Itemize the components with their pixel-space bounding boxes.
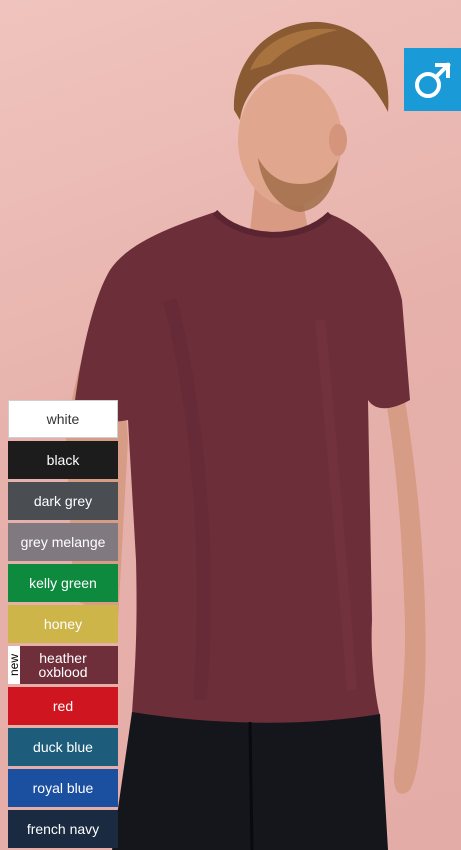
color-swatch-kelly-green[interactable]: kelly green xyxy=(8,564,118,602)
color-swatch-label: kelly green xyxy=(29,575,97,591)
color-swatch-label: dark grey xyxy=(33,493,93,509)
male-symbol-icon xyxy=(414,61,451,98)
new-badge: new xyxy=(7,646,21,684)
color-swatch-label: honey xyxy=(43,616,83,632)
color-swatch-honey[interactable]: honey xyxy=(8,605,118,643)
product-photo-area: white black dark grey grey melange kelly gre… xyxy=(0,0,461,850)
color-swatch-french-navy[interactable]: french navy xyxy=(8,810,118,848)
color-swatch-label: french navy xyxy=(26,821,100,837)
color-swatch-label: royal blue xyxy=(32,780,94,796)
male-badge xyxy=(404,48,461,111)
color-swatch-red[interactable]: red xyxy=(8,687,118,725)
color-swatch-label: heather oxblood xyxy=(38,650,88,680)
color-swatch-grey-melange[interactable]: grey melange xyxy=(8,523,118,561)
color-swatch-label: red xyxy=(52,698,74,714)
color-swatch-heather-oxblood[interactable]: new heather oxblood xyxy=(7,646,118,684)
color-swatch-black[interactable]: black xyxy=(8,441,118,479)
color-swatch-label: grey melange xyxy=(20,534,106,550)
color-swatch-white[interactable]: white xyxy=(8,400,118,438)
color-swatch-royal-blue[interactable]: royal blue xyxy=(8,769,118,807)
color-swatch-dark-grey[interactable]: dark grey xyxy=(8,482,118,520)
color-swatch-label: duck blue xyxy=(33,739,93,755)
color-swatch-label: white xyxy=(46,411,80,427)
color-swatch-list: white black dark grey grey melange kelly gre… xyxy=(7,400,118,850)
color-swatch-duck-blue[interactable]: duck blue xyxy=(8,728,118,766)
color-swatch-label: black xyxy=(46,452,80,468)
